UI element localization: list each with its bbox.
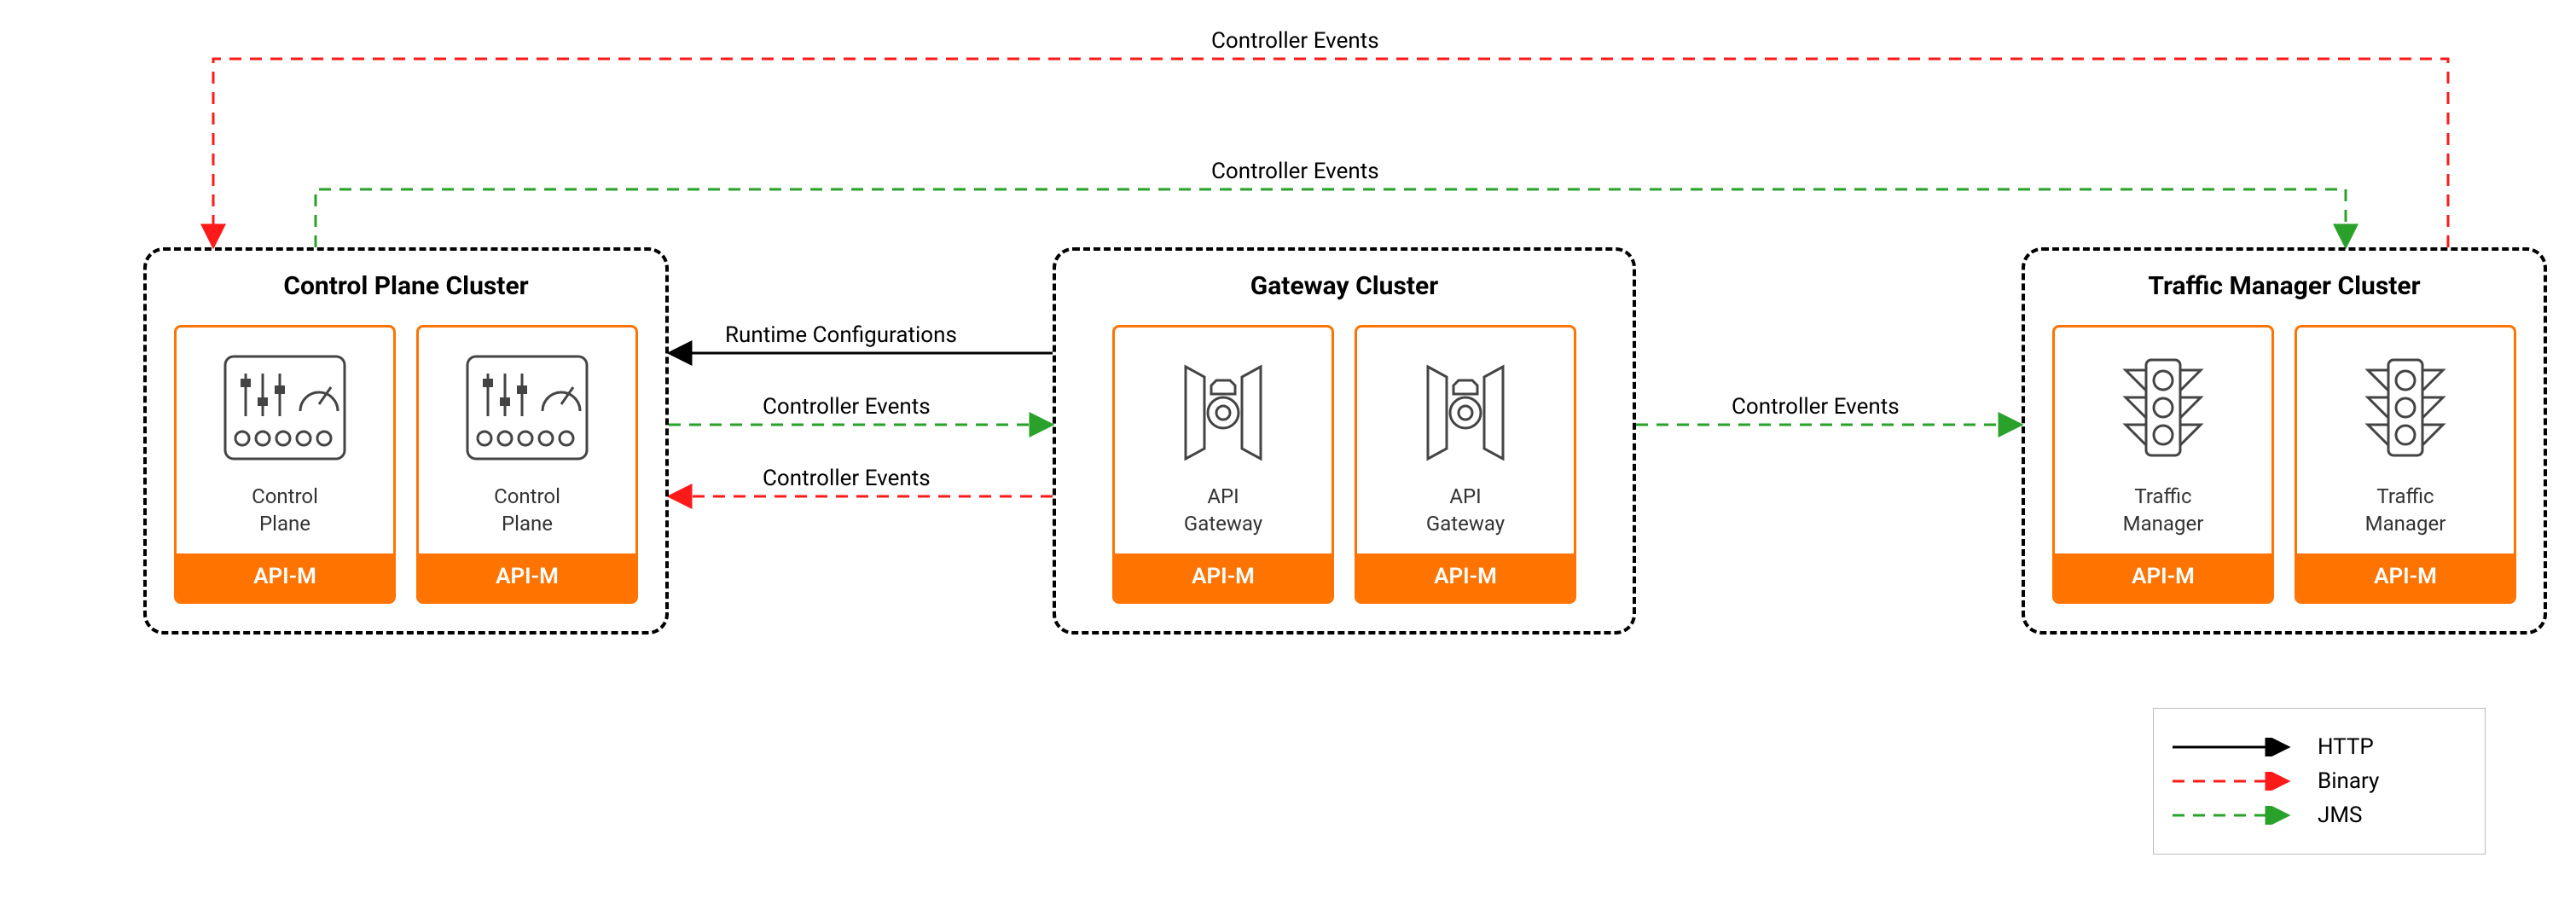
gateway-cluster: Gateway Cluster bbox=[1053, 247, 1636, 635]
api-m-badge: API-M bbox=[177, 553, 393, 601]
label-controller-events-binary-top: Controller Events bbox=[1211, 28, 1379, 54]
label-controller-events-binary-gw-cp: Controller Events bbox=[763, 466, 931, 491]
api-gateway-node: API Gateway API-M bbox=[1355, 325, 1576, 604]
api-gateway-node: API Gateway API-M bbox=[1112, 325, 1334, 604]
node-label: Traffic Manager bbox=[2358, 467, 2453, 553]
node-label: Traffic Manager bbox=[2116, 467, 2211, 553]
legend-jms-icon bbox=[2171, 806, 2299, 825]
legend-http-label: HTTP bbox=[2318, 734, 2374, 760]
gateway-cluster-title: Gateway Cluster bbox=[1083, 271, 1605, 301]
node-label: Control Plane bbox=[487, 467, 567, 553]
api-m-badge: API-M bbox=[419, 553, 635, 601]
legend-binary-label: Binary bbox=[2318, 768, 2379, 794]
node-label: API Gateway bbox=[1177, 467, 1269, 553]
node-label: API Gateway bbox=[1419, 467, 1511, 553]
traffic-manager-cluster: Traffic Manager Cluster bbox=[2022, 247, 2547, 635]
legend-jms-label: JMS bbox=[2318, 803, 2362, 828]
traffic-manager-node: Traffic Manager API-M bbox=[2295, 325, 2516, 604]
label-runtime-configurations: Runtime Configurations bbox=[725, 322, 957, 348]
traffic-light-icon bbox=[2337, 348, 2474, 467]
legend: HTTP Binary JMS bbox=[2153, 708, 2486, 855]
control-plane-icon bbox=[459, 348, 595, 467]
diagram-canvas: Runtime Configurations Controller Events… bbox=[0, 0, 2576, 904]
api-gateway-icon bbox=[1397, 348, 1534, 467]
control-plane-icon bbox=[217, 348, 353, 467]
traffic-manager-cluster-title: Traffic Manager Cluster bbox=[2052, 271, 2516, 301]
label-controller-events-jms-gw-cp: Controller Events bbox=[763, 394, 931, 420]
control-plane-node: Control Plane API-M bbox=[174, 325, 396, 604]
node-label: Control Plane bbox=[245, 467, 325, 553]
traffic-manager-node: Traffic Manager API-M bbox=[2052, 325, 2274, 604]
legend-row-http: HTTP bbox=[2171, 734, 2461, 760]
control-plane-cluster-title: Control Plane Cluster bbox=[174, 271, 638, 301]
legend-row-jms: JMS bbox=[2171, 803, 2461, 828]
label-controller-events-jms-top: Controller Events bbox=[1211, 159, 1379, 184]
api-m-badge: API-M bbox=[1115, 553, 1332, 601]
control-plane-cluster: Control Plane Cluster bbox=[143, 247, 669, 635]
traffic-light-icon bbox=[2095, 348, 2231, 467]
control-plane-node: Control Plane API-M bbox=[416, 325, 638, 604]
legend-binary-icon bbox=[2171, 772, 2299, 791]
api-m-badge: API-M bbox=[2055, 553, 2271, 601]
api-m-badge: API-M bbox=[2297, 553, 2514, 601]
legend-http-icon bbox=[2171, 738, 2299, 756]
label-controller-events-jms-gw-tm: Controller Events bbox=[1732, 394, 1900, 420]
api-gateway-icon bbox=[1155, 348, 1291, 467]
legend-row-binary: Binary bbox=[2171, 768, 2461, 794]
api-m-badge: API-M bbox=[1357, 553, 1574, 601]
